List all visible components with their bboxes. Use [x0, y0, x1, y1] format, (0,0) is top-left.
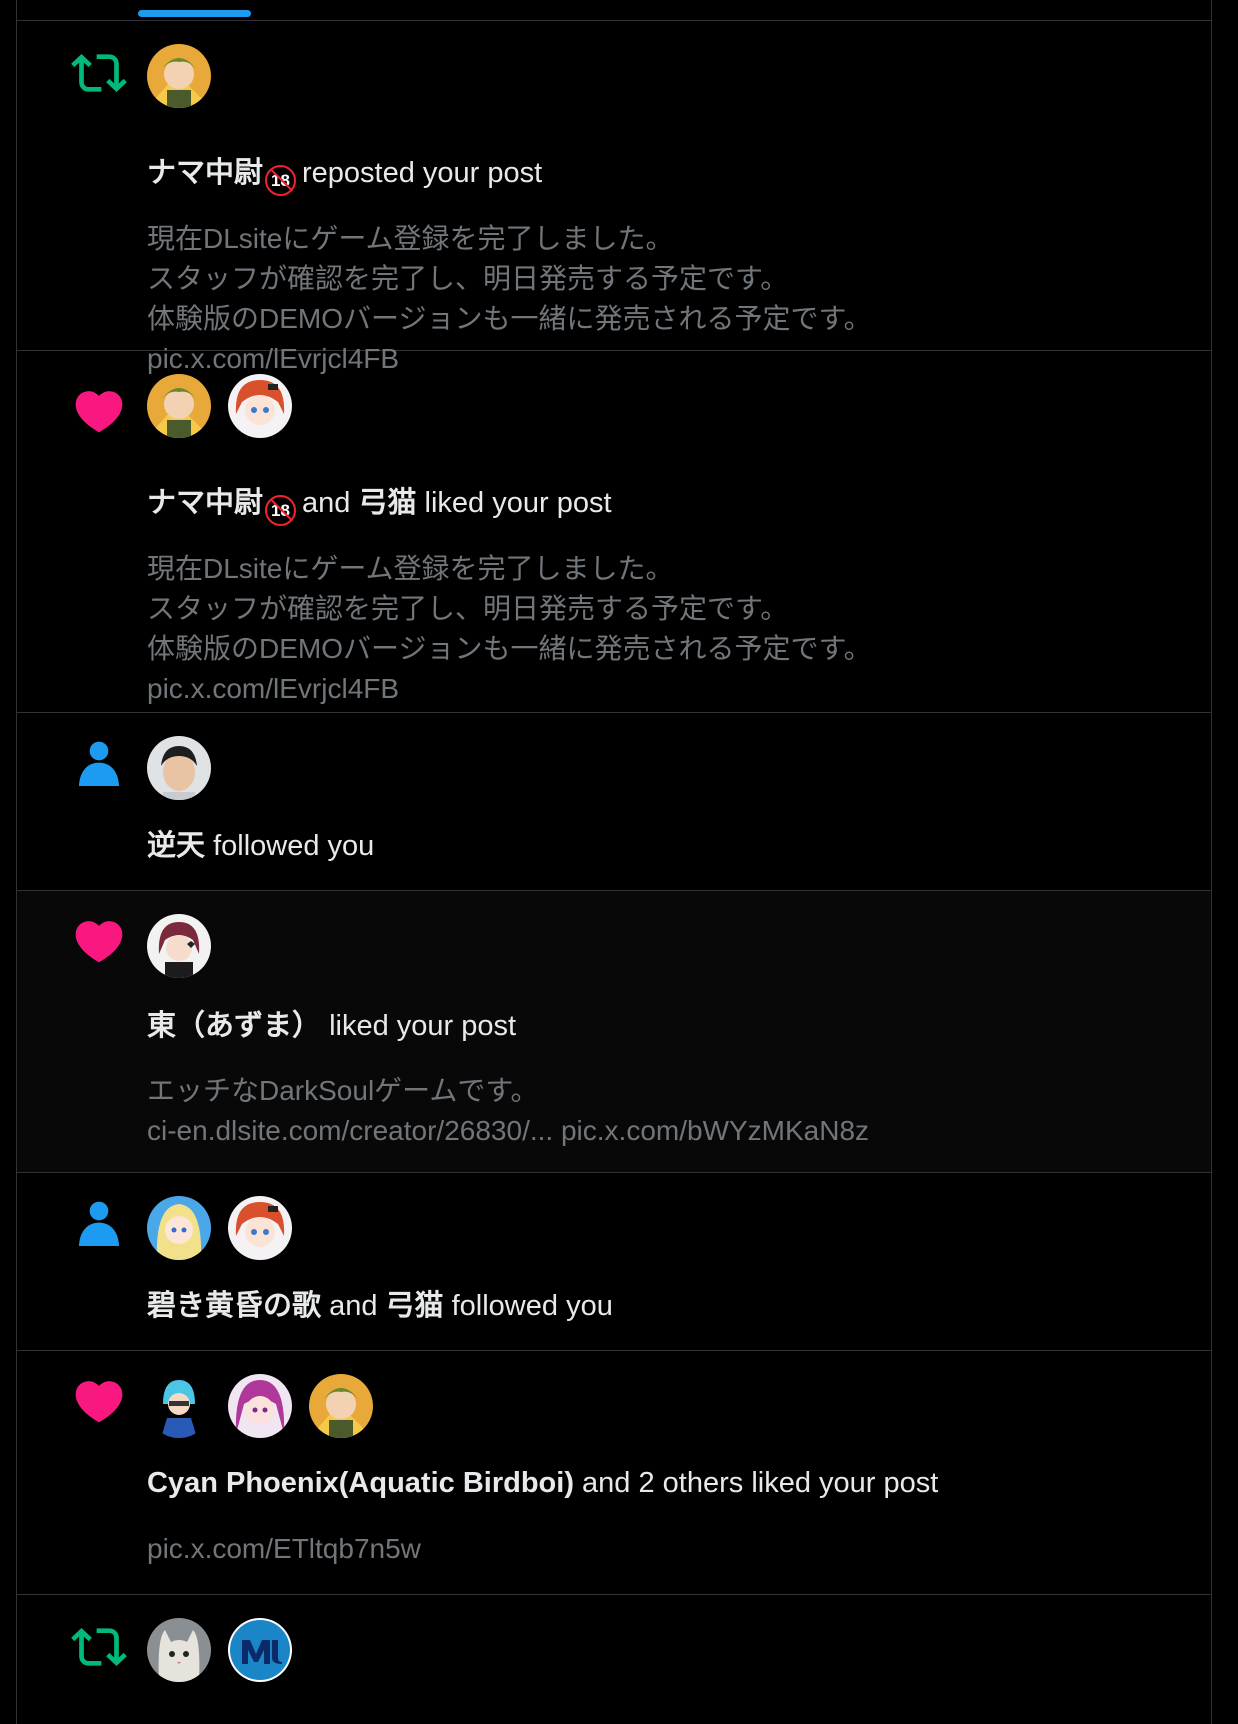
- actor-name[interactable]: ナマ中尉: [147, 487, 263, 519]
- actor-name[interactable]: 碧き黄昏の歌: [147, 1290, 321, 1322]
- notification-text: 逆天 followed you: [147, 830, 375, 862]
- notification-item[interactable]: 碧き黄昏の歌 and 弓猫 followed you: [17, 1173, 1211, 1351]
- post-excerpt[interactable]: 現在DLsiteにゲーム登録を完了しました。 スタッフが確認を完了し、明日発売す…: [147, 549, 872, 709]
- avatar-yumineko[interactable]: [228, 374, 292, 438]
- avatar-aoki-tasogare[interactable]: [147, 1196, 211, 1260]
- actor-name[interactable]: 東（あずま）: [147, 1010, 321, 1042]
- actor-name[interactable]: 弓猫: [386, 1290, 444, 1322]
- notification-item[interactable]: ナマ中尉 18 reposted your post 現在DLsiteにゲーム登録を…: [17, 21, 1211, 374]
- avatar-nama[interactable]: [147, 374, 211, 438]
- age-18-badge: 18: [265, 165, 297, 196]
- post-excerpt[interactable]: pic.x.com/ETltqb7n5w: [147, 1529, 421, 1569]
- avatar-cyan-phoenix[interactable]: [147, 1374, 211, 1438]
- avatar-other-1[interactable]: [228, 1374, 292, 1438]
- avatar-cat[interactable]: [147, 1618, 211, 1682]
- notifications-timeline: ナマ中尉 18 reposted your post 現在DLsiteにゲーム登録を…: [16, 0, 1212, 1724]
- avatar-nama[interactable]: [309, 1374, 373, 1438]
- person-icon: [78, 1201, 120, 1246]
- notification-item[interactable]: 逆天 followed you: [17, 713, 1211, 891]
- heart-icon: [75, 921, 123, 963]
- person-icon: [78, 741, 120, 786]
- age-18-badge: 18: [265, 495, 297, 526]
- notification-item[interactable]: Cyan Phoenix(Aquatic Birdboi) and 2 othe…: [17, 1351, 1211, 1595]
- repost-icon: [71, 54, 127, 92]
- active-tab-indicator: [138, 10, 251, 17]
- notification-text: Cyan Phoenix(Aquatic Birdboi) and 2 othe…: [147, 1467, 939, 1499]
- actor-name[interactable]: 逆天: [147, 830, 205, 862]
- heart-icon: [75, 391, 123, 433]
- heart-icon: [75, 1381, 123, 1423]
- avatar-yumineko[interactable]: [228, 1196, 292, 1260]
- notification-text: 碧き黄昏の歌 and 弓猫 followed you: [147, 1290, 613, 1322]
- notification-item[interactable]: ナマ中尉 18 and 弓猫 liked your post 現在DLsiteにゲー…: [17, 351, 1211, 713]
- notification-item[interactable]: [17, 1595, 1211, 1695]
- notification-text: ナマ中尉 18 reposted your post: [147, 155, 542, 196]
- notification-text: ナマ中尉 18 and 弓猫 liked your post: [147, 485, 612, 526]
- avatar-gyakuten[interactable]: [147, 736, 211, 800]
- actor-name[interactable]: 弓猫: [358, 487, 416, 519]
- avatar-mu-logo[interactable]: [228, 1618, 292, 1682]
- actor-name[interactable]: Cyan Phoenix(Aquatic Birdboi): [147, 1467, 574, 1499]
- post-excerpt[interactable]: エッチなDarkSoulゲームです。 ci-en.dlsite.com/crea…: [147, 1071, 869, 1151]
- tab-bar: [17, 0, 1211, 21]
- avatar-azuma[interactable]: [147, 914, 211, 978]
- notification-item[interactable]: 東（あずま） liked your post エッチなDarkSoulゲームです…: [17, 891, 1211, 1173]
- notification-text: 東（あずま） liked your post: [147, 1010, 517, 1042]
- avatar-nama[interactable]: [147, 44, 211, 108]
- actor-name[interactable]: ナマ中尉: [147, 157, 263, 189]
- repost-icon: [71, 1628, 127, 1666]
